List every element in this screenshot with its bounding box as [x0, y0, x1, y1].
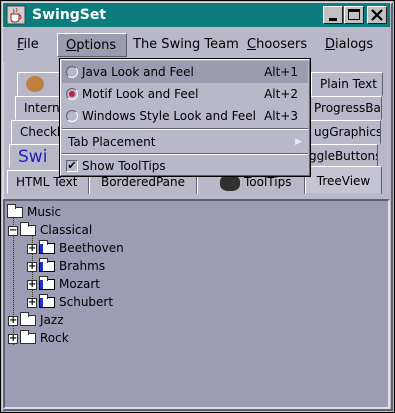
- tree-node-jazz[interactable]: + Jazz: [8, 311, 64, 329]
- tree-leaf-brahms[interactable]: + Brahms: [27, 257, 105, 275]
- maximize-button[interactable]: [344, 6, 364, 24]
- tree-leaf-beethoven[interactable]: + Beethoven: [27, 239, 124, 257]
- menu-file[interactable]: File: [9, 33, 47, 57]
- submenu-arrow-icon: ▶: [295, 137, 302, 147]
- expand-icon[interactable]: +: [8, 333, 18, 344]
- folder-open-icon: [7, 204, 23, 218]
- folder-icon: [20, 312, 36, 326]
- expand-icon[interactable]: +: [27, 297, 37, 308]
- tab-togglebuttons[interactable]: ggleButtons: [300, 144, 378, 168]
- tree-node-rock[interactable]: + Rock: [8, 329, 69, 347]
- expand-icon[interactable]: +: [27, 279, 37, 290]
- tab-checkboxes[interactable]: Checkb: [11, 120, 65, 144]
- menu-options[interactable]: Options: [57, 33, 127, 57]
- tree-node-music[interactable]: Music: [7, 203, 61, 221]
- folder-icon: [39, 258, 55, 272]
- menu-item-java-laf[interactable]: Java Look and Feel Alt+1: [62, 61, 308, 83]
- folder-icon: [39, 276, 55, 290]
- menu-item-show-tooltips[interactable]: ✔ Show ToolTips: [62, 155, 308, 177]
- folder-open-icon: [20, 222, 36, 236]
- tab-treeview[interactable]: TreeView: [305, 166, 382, 194]
- close-button[interactable]: [367, 6, 387, 24]
- menu-separator: [62, 128, 308, 130]
- minimize-icon: [329, 18, 337, 21]
- radio-icon: [66, 110, 78, 122]
- expand-icon[interactable]: +: [27, 261, 37, 272]
- menu-choosers[interactable]: Choosers: [239, 33, 315, 57]
- folder-icon: [39, 294, 55, 308]
- menu-item-tab-placement[interactable]: Tab Placement ▶: [62, 131, 308, 153]
- tab-progressbar[interactable]: ProgressBar: [305, 96, 382, 120]
- duke-icon: [26, 76, 44, 92]
- close-icon: [371, 9, 383, 21]
- menu-dialogs[interactable]: Dialogs: [317, 33, 381, 57]
- tab-hidden-row1[interactable]: [17, 72, 61, 96]
- tab-plain-text[interactable]: Plain Text: [311, 72, 383, 96]
- options-popup-menu: Java Look and Feel Alt+1 Motif Look and …: [59, 58, 311, 177]
- tab-swing[interactable]: Swi: [9, 144, 65, 168]
- radio-icon: [66, 66, 78, 78]
- menu-item-motif-laf[interactable]: Motif Look and Feel Alt+2: [62, 83, 308, 105]
- menu-swing-team[interactable]: The Swing Team: [125, 33, 247, 57]
- menu-item-windows-laf[interactable]: Windows Style Look and Feel Alt+3: [62, 105, 308, 127]
- radio-selected-icon: [66, 88, 78, 100]
- folder-icon: [39, 240, 55, 254]
- tree-node-classical[interactable]: − Classical: [8, 221, 92, 239]
- expand-icon[interactable]: +: [8, 315, 18, 326]
- tree-panel: Music − Classical + Beethoven + Brahms + Moz…: [3, 199, 390, 409]
- menu-bar: File Options The Swing Team Choosers Dia…: [3, 28, 390, 62]
- tree-leaf-mozart[interactable]: + Mozart: [27, 275, 100, 293]
- folder-icon: [20, 330, 36, 344]
- java-cup-icon: [6, 5, 26, 25]
- minimize-button[interactable]: [323, 6, 343, 24]
- title-bar[interactable]: SwingSet: [3, 3, 390, 27]
- tab-internal-frame[interactable]: Intern: [15, 96, 65, 120]
- checkmark-icon: ✔: [66, 159, 78, 172]
- window-title: SwingSet: [32, 7, 107, 23]
- tree-leaf-schubert[interactable]: + Schubert: [27, 293, 113, 311]
- collapse-icon[interactable]: −: [8, 225, 18, 236]
- expand-icon[interactable]: +: [27, 243, 37, 254]
- maximize-icon: [348, 9, 360, 20]
- tab-debuggraphics[interactable]: ugGraphics: [305, 120, 381, 144]
